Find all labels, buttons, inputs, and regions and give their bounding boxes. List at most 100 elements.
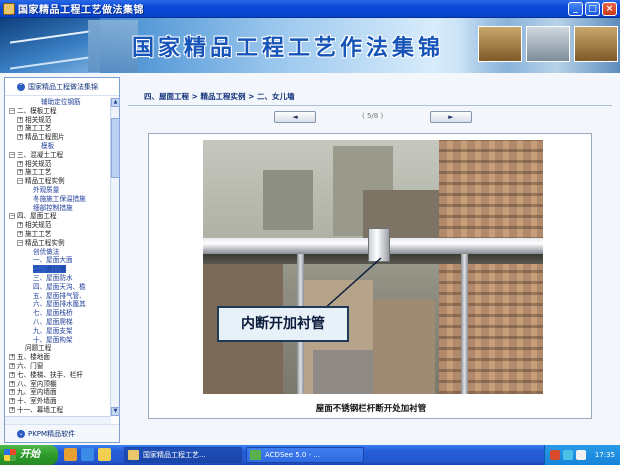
- tree-item[interactable]: 问题工程: [5, 344, 111, 353]
- tree-item-label: 七、屋面栈桥: [33, 309, 73, 318]
- tree-item[interactable]: + 相关规范: [5, 160, 111, 169]
- tree-item-label: 一、屋面大面: [33, 256, 73, 265]
- start-button[interactable]: 开始: [0, 445, 58, 465]
- tree-item[interactable]: + 十、室外墙面: [5, 397, 111, 406]
- close-button[interactable]: ×: [602, 2, 617, 16]
- collapse-node-icon[interactable]: −: [9, 151, 15, 158]
- window-controls: _ □ ×: [568, 2, 617, 16]
- prev-button[interactable]: ◄: [274, 111, 316, 123]
- tree-header[interactable]: ⌃ 国家精品工程做法集锦: [5, 78, 119, 96]
- volume-icon[interactable]: [576, 450, 586, 460]
- collapse-node-icon[interactable]: −: [9, 213, 15, 220]
- expand-node-icon[interactable]: +: [17, 160, 23, 167]
- tree-item-label: 相关规范: [25, 159, 52, 168]
- tree-item[interactable]: 二、女儿墙: [5, 265, 111, 274]
- scroll-thumb[interactable]: [111, 118, 120, 178]
- tree-item[interactable]: − 二、模板工程: [5, 107, 111, 116]
- tree-item[interactable]: + 六、门窗: [5, 362, 111, 371]
- expand-node-icon[interactable]: +: [9, 380, 15, 387]
- scroll-up-icon[interactable]: ▲: [111, 98, 120, 107]
- tree-item[interactable]: + 五、楼地面: [5, 353, 111, 362]
- tree-item[interactable]: − 精品工程实例: [5, 177, 111, 186]
- tree-item[interactable]: 冬施施工保温措施: [5, 195, 111, 204]
- divider: [128, 105, 612, 106]
- tree-item[interactable]: + 精品工程图片: [5, 133, 111, 142]
- banner-photo: [478, 26, 522, 62]
- tree-item-label: 问题工程: [25, 344, 52, 353]
- content-panel: 四、屋面工程 > 精品工程实例 > 二、女儿墙 ◄ ( 5/8 ) ► 内断开加…: [124, 77, 616, 443]
- next-button[interactable]: ►: [430, 111, 472, 123]
- expand-node-icon[interactable]: +: [17, 125, 23, 132]
- folder-icon[interactable]: [98, 448, 111, 461]
- tree-item[interactable]: + 相关规范: [5, 116, 111, 125]
- tree-item[interactable]: 辅助定位钢筋: [5, 98, 111, 107]
- taskbar-item[interactable]: ACDSee 5.0 - ...: [246, 447, 364, 463]
- expand-node-icon[interactable]: +: [9, 362, 15, 369]
- collapse-node-icon[interactable]: −: [17, 239, 23, 246]
- tray-icon[interactable]: [550, 450, 560, 460]
- tree-item[interactable]: 六、屋面排水篦其: [5, 300, 111, 309]
- expand-node-icon[interactable]: +: [9, 371, 15, 378]
- expand-node-icon[interactable]: +: [17, 230, 23, 237]
- tree-item[interactable]: − 三、混凝土工程: [5, 151, 111, 160]
- tree-item[interactable]: + 施工工艺: [5, 168, 111, 177]
- expand-node-icon[interactable]: +: [9, 354, 15, 361]
- tree-item-label: 九、室内墙面: [17, 388, 57, 397]
- desktop-icon[interactable]: [64, 448, 77, 461]
- tree-horizontal-scrollbar[interactable]: [5, 416, 111, 424]
- tree-item[interactable]: 三、屋面防水: [5, 274, 111, 283]
- tree-footer-label: PKPM精品软件: [28, 429, 76, 438]
- tree-item-label: 十、屋面构架: [33, 335, 73, 344]
- tree-item[interactable]: − 精品工程实例: [5, 239, 111, 248]
- tree-item-label: 精品工程实例: [25, 238, 65, 247]
- tree-item[interactable]: 五、屋面排气管、: [5, 292, 111, 301]
- window-title: 国家精品工程工艺做法集锦: [18, 5, 144, 16]
- tree-item[interactable]: + 八、室内顶棚: [5, 380, 111, 389]
- collapse-node-icon[interactable]: −: [9, 107, 15, 114]
- tree-item-label: 外观质量: [33, 185, 60, 194]
- tree-item[interactable]: 四、屋面天沟、檐: [5, 283, 111, 292]
- tree-item[interactable]: − 四、屋面工程: [5, 212, 111, 221]
- tree-item-label: 四、屋面天沟、檐: [33, 282, 86, 291]
- tree-item[interactable]: + 相关规范: [5, 221, 111, 230]
- tree-item[interactable]: + 九、室内墙面: [5, 388, 111, 397]
- expand-node-icon[interactable]: +: [17, 169, 23, 176]
- expand-node-icon[interactable]: +: [17, 134, 23, 141]
- tree-item[interactable]: + 施工工艺: [5, 230, 111, 239]
- collapse-icon[interactable]: ⌃: [17, 82, 25, 91]
- maximize-button[interactable]: □: [585, 2, 600, 16]
- tree-item-label: 八、室内顶棚: [17, 379, 57, 388]
- expand-node-icon[interactable]: +: [9, 398, 15, 405]
- expand-node-icon[interactable]: +: [17, 116, 23, 123]
- tree-item-label: 六、屋面排水篦其: [33, 300, 86, 309]
- tree-item[interactable]: 十、屋面构架: [5, 336, 111, 345]
- tree-item[interactable]: 七、屋面栈桥: [5, 309, 111, 318]
- tree-item[interactable]: 外观质量: [5, 186, 111, 195]
- tree-vertical-scrollbar[interactable]: ▲ ▼: [110, 98, 120, 416]
- tree-item[interactable]: + 七、楼梯、扶手、栏杆: [5, 371, 111, 380]
- tree-item[interactable]: 九、屋面支架: [5, 327, 111, 336]
- pager: ◄ ( 5/8 ) ►: [274, 111, 474, 125]
- tree-footer[interactable]: ⌄ PKPM精品软件: [5, 424, 119, 442]
- minimize-button[interactable]: _: [568, 2, 583, 16]
- tree-item[interactable]: 模板: [5, 142, 111, 151]
- tree-item-label: 三、屋面防水: [33, 273, 73, 282]
- expand-node-icon[interactable]: +: [9, 389, 15, 396]
- tree-item[interactable]: 一、屋面大面: [5, 256, 111, 265]
- tree-item-label: 精品工程图片: [25, 133, 65, 142]
- app-icon: [128, 450, 139, 460]
- collapse-node-icon[interactable]: −: [17, 178, 23, 185]
- tree-item-label: 五、屋面排气管、: [33, 291, 86, 300]
- scroll-down-icon[interactable]: ▼: [111, 407, 120, 416]
- construction-photo[interactable]: 内断开加衬管: [203, 140, 543, 394]
- expand-node-icon[interactable]: +: [9, 406, 15, 413]
- tree-item[interactable]: + 施工工艺: [5, 124, 111, 133]
- expand-icon[interactable]: ⌄: [17, 429, 25, 438]
- tree-item-label: 施工工艺: [25, 124, 52, 133]
- network-icon[interactable]: [563, 450, 573, 460]
- taskbar-item[interactable]: 国家精品工程工艺...: [124, 447, 242, 463]
- expand-node-icon[interactable]: +: [17, 222, 23, 229]
- tree-item[interactable]: 八、屋面爬梯: [5, 318, 111, 327]
- browser-icon[interactable]: [81, 448, 94, 461]
- tree-item[interactable]: + 十一、幕墙工程: [5, 406, 111, 415]
